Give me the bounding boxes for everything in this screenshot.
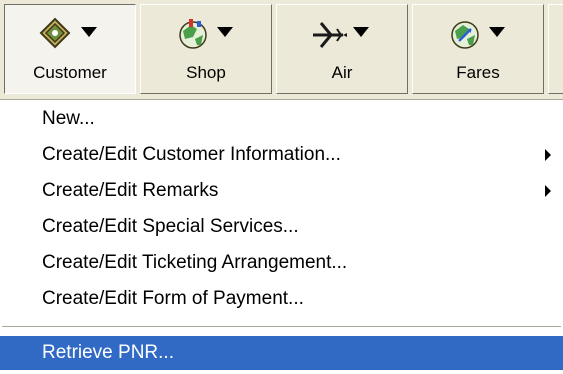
menu-item-ticketing-arrangement[interactable]: Create/Edit Ticketing Arrangement... xyxy=(0,246,563,280)
menu-item-label: Create/Edit Ticketing Arrangement... xyxy=(42,252,348,273)
fares-toolbar-button[interactable]: Fares xyxy=(412,4,544,94)
menu-item-remarks[interactable]: Create/Edit Remarks xyxy=(0,174,563,208)
air-label: Air xyxy=(331,63,353,82)
shop-toolbar-button[interactable]: Shop xyxy=(140,4,272,94)
menu-item-label: Create/Edit Form of Payment... xyxy=(42,288,304,309)
customer-tag-icon xyxy=(5,13,135,53)
submenu-arrow-icon xyxy=(545,149,551,161)
menu-item-label: New... xyxy=(42,108,95,129)
menu-item-retrieve-pnr[interactable]: Retrieve PNR... xyxy=(0,336,563,370)
menu-separator xyxy=(2,326,561,328)
airplane-icon xyxy=(277,13,407,53)
next-toolbar-button[interactable] xyxy=(548,4,563,94)
menu-item-label: Create/Edit Remarks xyxy=(42,180,219,201)
submenu-arrow-icon xyxy=(545,185,551,197)
menu-item-label: Create/Edit Special Services... xyxy=(42,216,299,237)
menu-item-label: Create/Edit Customer Information... xyxy=(42,144,341,165)
menu-item-special-services[interactable]: Create/Edit Special Services... xyxy=(0,210,563,244)
customer-toolbar-button[interactable]: Customer xyxy=(4,4,136,94)
toolbar: Customer Shop Air Fares xyxy=(0,0,563,100)
customer-label: Customer xyxy=(33,63,107,82)
air-toolbar-button[interactable]: Air xyxy=(276,4,408,94)
menu-item-new[interactable]: New... xyxy=(0,102,563,136)
menu-item-customer-information[interactable]: Create/Edit Customer Information... xyxy=(0,138,563,172)
customer-menu: New... Create/Edit Customer Information.… xyxy=(0,100,563,374)
menu-item-form-of-payment[interactable]: Create/Edit Form of Payment... xyxy=(0,282,563,316)
shop-label: Shop xyxy=(186,63,226,82)
shop-globe-icon xyxy=(141,13,271,53)
fares-label: Fares xyxy=(456,63,500,82)
fares-globe-icon xyxy=(413,13,543,53)
menu-item-label: Retrieve PNR... xyxy=(42,342,174,363)
